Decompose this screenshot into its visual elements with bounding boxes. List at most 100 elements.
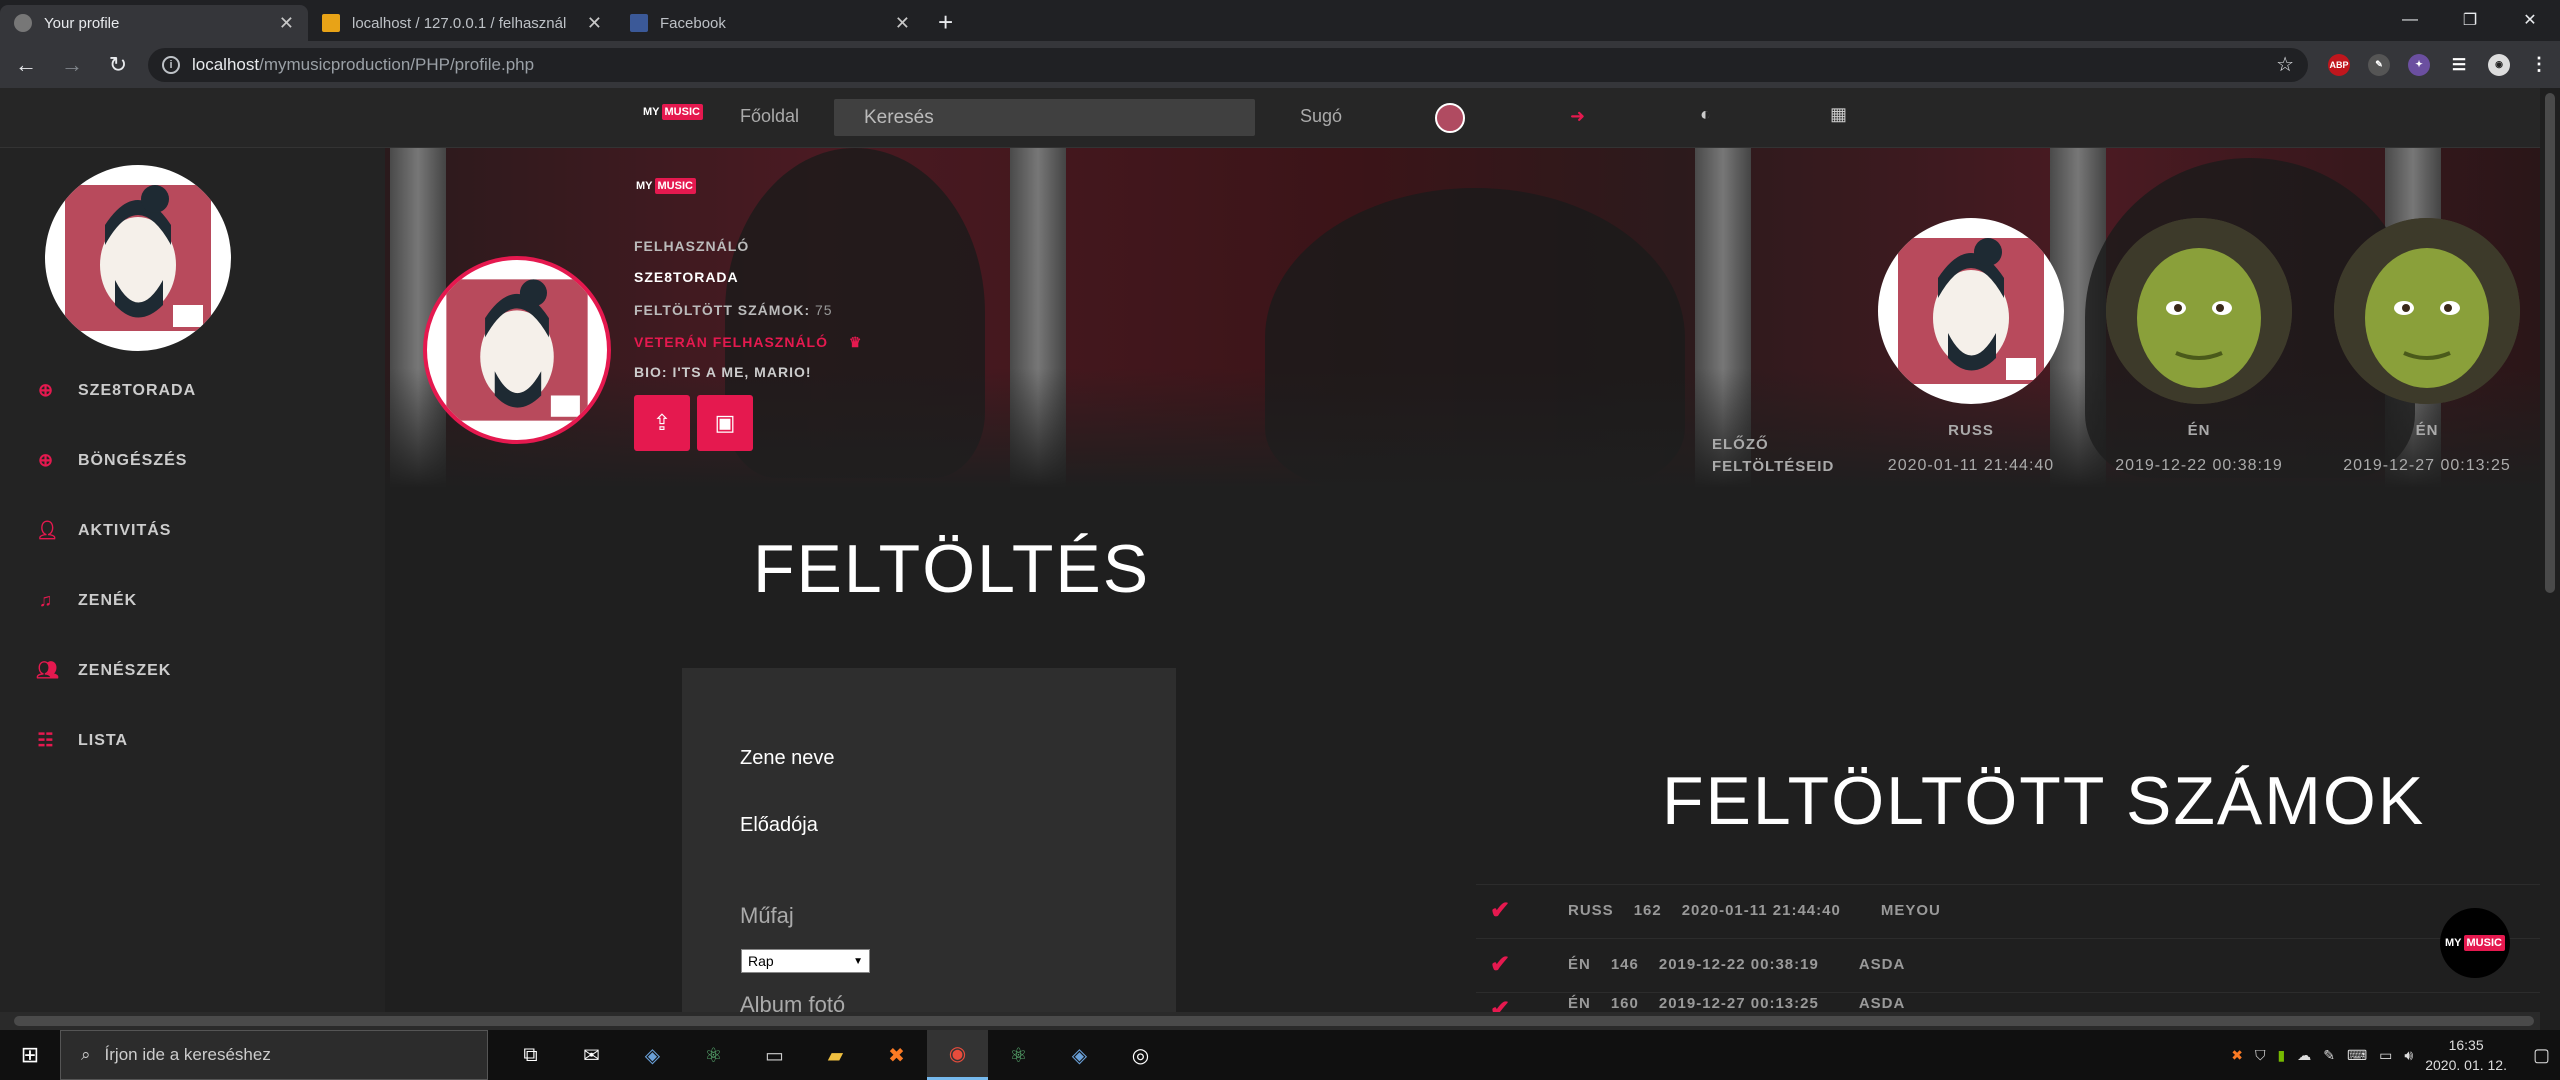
bookmark-star-icon[interactable]: ☆ <box>2276 52 2294 77</box>
check-icon: ✔ <box>1490 951 1512 978</box>
account-avatar-icon[interactable]: ◉ <box>2488 53 2510 76</box>
windows-start-icon[interactable]: ⊞ <box>0 1030 60 1080</box>
profile-avatar[interactable] <box>423 256 611 444</box>
table-row[interactable]: ✔ ÉN 160 2019-12-27 00:13:25 ASDA <box>1476 992 2540 1012</box>
table-row[interactable]: ✔ ÉN 146 2019-12-22 00:38:19 ASDA <box>1476 938 2540 990</box>
adblock-icon[interactable]: ABP <box>2328 53 2350 76</box>
atom-icon[interactable]: ⚛ <box>988 1030 1049 1080</box>
sidebar-item-songs[interactable]: ♫ ZENÉK <box>36 590 137 611</box>
sidebar-item-musicians[interactable]: 👥︎ ZENÉSZEK <box>36 660 171 681</box>
close-tab-icon[interactable]: ✕ <box>279 13 294 34</box>
terminal-icon[interactable]: ▭ <box>744 1030 805 1080</box>
genre-select[interactable]: Rap ▼ <box>741 949 870 973</box>
browser-tab-strip: Your profile ✕ localhost / 127.0.0.1 / f… <box>0 0 2560 41</box>
extension-pen-icon[interactable]: ✎ <box>2368 53 2390 76</box>
profile-role-label: FELHASZNÁLÓ <box>634 238 750 254</box>
previous-upload-card[interactable]: ÉN 2019-12-22 00:38:19 <box>2104 218 2294 475</box>
previous-uploads-label: ELŐZŐ FELTÖLTÉSEID <box>1712 436 1835 475</box>
list-icon: ☷ <box>37 730 55 750</box>
task-view-icon[interactable]: ⧉ <box>500 1030 561 1080</box>
display-icon[interactable]: ▭ <box>2379 1047 2392 1064</box>
sidebar-item-list[interactable]: ☷ LISTA <box>36 730 128 751</box>
url-text[interactable]: localhost/mymusicproduction/PHP/profile.… <box>192 55 2264 75</box>
info-icon[interactable]: i <box>162 55 180 74</box>
sidebar-avatar[interactable] <box>45 165 231 351</box>
xampp-tray-icon[interactable]: ✖ <box>2231 1047 2243 1064</box>
media-queue-icon[interactable]: ☰ <box>2448 54 2470 76</box>
user-avatar-icon[interactable] <box>1435 103 1465 133</box>
banner-logo: MY MUSIC <box>636 178 696 194</box>
page-scrollbar[interactable] <box>2540 88 2560 1020</box>
app-icon[interactable]: ◎ <box>1110 1030 1171 1080</box>
reload-button[interactable]: ↻ <box>102 52 134 78</box>
close-tab-icon[interactable]: ✕ <box>895 13 910 34</box>
network-icon[interactable]: ☁ <box>2297 1047 2311 1064</box>
forward-button[interactable]: → <box>56 52 88 78</box>
nav-home-link[interactable]: Főoldal <box>740 106 799 127</box>
volume-icon[interactable]: 🔊︎ <box>2404 1047 2413 1064</box>
taskbar-clock[interactable]: 16:35 2020. 01. 12. <box>2425 1035 2507 1075</box>
sidebar-item-activity[interactable]: 👤︎ AKTIVITÁS <box>36 520 171 541</box>
file-explorer-icon[interactable]: ▰ <box>805 1030 866 1080</box>
song-name-field[interactable]: Zene neve <box>740 747 835 770</box>
tab-facebook[interactable]: Facebook ✕ <box>616 5 924 41</box>
floating-logo-button[interactable]: MY MUSIC <box>2440 908 2510 978</box>
omnibox[interactable]: i localhost/mymusicproduction/PHP/profil… <box>148 47 2308 82</box>
previous-upload-card[interactable]: RUSS 2020-01-11 21:44:40 <box>1876 218 2066 475</box>
artist-field[interactable]: Előadója <box>740 814 818 837</box>
pen-icon[interactable]: ✎ <box>2323 1047 2335 1064</box>
code-editor-icon[interactable]: ◈ <box>622 1030 683 1080</box>
atom-icon[interactable]: ⚛ <box>683 1030 744 1080</box>
minimize-button[interactable]: — <box>2380 0 2440 40</box>
site-logo[interactable]: MY MUSIC <box>643 104 703 120</box>
mail-icon[interactable]: ✉ <box>561 1030 622 1080</box>
code-editor-icon[interactable]: ◈ <box>1049 1030 1110 1080</box>
keyboard-icon[interactable]: ⌨ <box>2347 1047 2367 1064</box>
login-icon[interactable]: ➜ <box>1570 106 1585 127</box>
upload-heading: FELTÖLTÉS <box>753 531 1151 607</box>
menu-icon[interactable]: ⋮ <box>2528 54 2550 76</box>
plus-circle-icon: ⊕ <box>37 450 55 470</box>
search-icon: ⌕ <box>81 1045 91 1064</box>
new-tab-button[interactable]: + <box>938 5 953 41</box>
close-window-button[interactable]: ✕ <box>2500 0 2560 40</box>
sidebar-item-browse[interactable]: ⊕ BÖNGÉSZÉS <box>36 450 187 471</box>
scrollbar-thumb[interactable] <box>2545 93 2555 593</box>
check-icon: ✔ <box>1490 996 1512 1012</box>
plus-circle-icon: ⊕ <box>37 380 55 400</box>
tab-your-profile[interactable]: Your profile ✕ <box>0 5 308 41</box>
tracks-heading: FELTÖLTÖTT SZÁMOK <box>1662 763 2426 839</box>
close-tab-icon[interactable]: ✕ <box>587 13 602 34</box>
horizontal-scrollbar[interactable] <box>0 1012 2540 1030</box>
phpmyadmin-icon <box>322 14 340 32</box>
sidebar-item-profile[interactable]: ⊕ SZE8TORADA <box>36 380 196 401</box>
window-controls: — ❐ ✕ <box>2380 0 2560 40</box>
back-button[interactable]: ← <box>10 52 42 78</box>
restore-button[interactable]: ❐ <box>2440 0 2500 40</box>
save-button[interactable]: ▣ <box>697 395 753 451</box>
taskbar-search[interactable]: ⌕ Írjon ide a kereséshez <box>60 1030 488 1080</box>
shield-icon[interactable]: ⛉ <box>2255 1047 2266 1064</box>
extension-feather-icon[interactable]: ✦ <box>2408 53 2430 76</box>
facebook-icon <box>630 14 648 32</box>
taskbar-apps: ⧉ ✉ ◈ ⚛ ▭ ▰ ✖ ◉ ⚛ ◈ ◎ <box>500 1030 1171 1080</box>
upload-icon: ⇪ <box>652 410 672 435</box>
previous-upload-card[interactable]: ÉN 2019-12-27 00:13:25 <box>2332 218 2522 475</box>
profile-veteran-badge: VETERÁN FELHASZNÁLÓ ♛ <box>634 334 863 350</box>
scrollbar-thumb[interactable] <box>14 1016 2534 1026</box>
notifications-icon[interactable]: ▢ <box>2533 1045 2550 1066</box>
windows-taskbar: ⊞ ⌕ Írjon ide a kereséshez ⧉ ✉ ◈ ⚛ ▭ ▰ ✖ … <box>0 1030 2560 1080</box>
profile-username: SZE8TORADA <box>634 269 739 285</box>
nvidia-icon[interactable]: ▮ <box>2278 1047 2286 1064</box>
search-input[interactable]: Keresés <box>834 99 1255 136</box>
sidebar: ⊕ SZE8TORADA ⊕ BÖNGÉSZÉS 👤︎ AKTIVITÁS ♫ ZENÉ… <box>0 148 385 1020</box>
crown-icon: ♛ <box>848 334 863 350</box>
upload-button[interactable]: ⇪ <box>634 395 690 451</box>
grid-icon[interactable]: ▦ <box>1830 104 1847 125</box>
chrome-icon[interactable]: ◉ <box>927 1030 988 1080</box>
tab-phpmyadmin[interactable]: localhost / 127.0.0.1 / felhasznál ✕ <box>308 5 616 41</box>
contrast-icon[interactable]: ◐ <box>1700 104 1711 125</box>
table-row[interactable]: ✔ RUSS 162 2020-01-11 21:44:40 MEYOU <box>1476 884 2540 936</box>
nav-help-link[interactable]: Sugó <box>1300 106 1342 127</box>
xampp-icon[interactable]: ✖ <box>866 1030 927 1080</box>
